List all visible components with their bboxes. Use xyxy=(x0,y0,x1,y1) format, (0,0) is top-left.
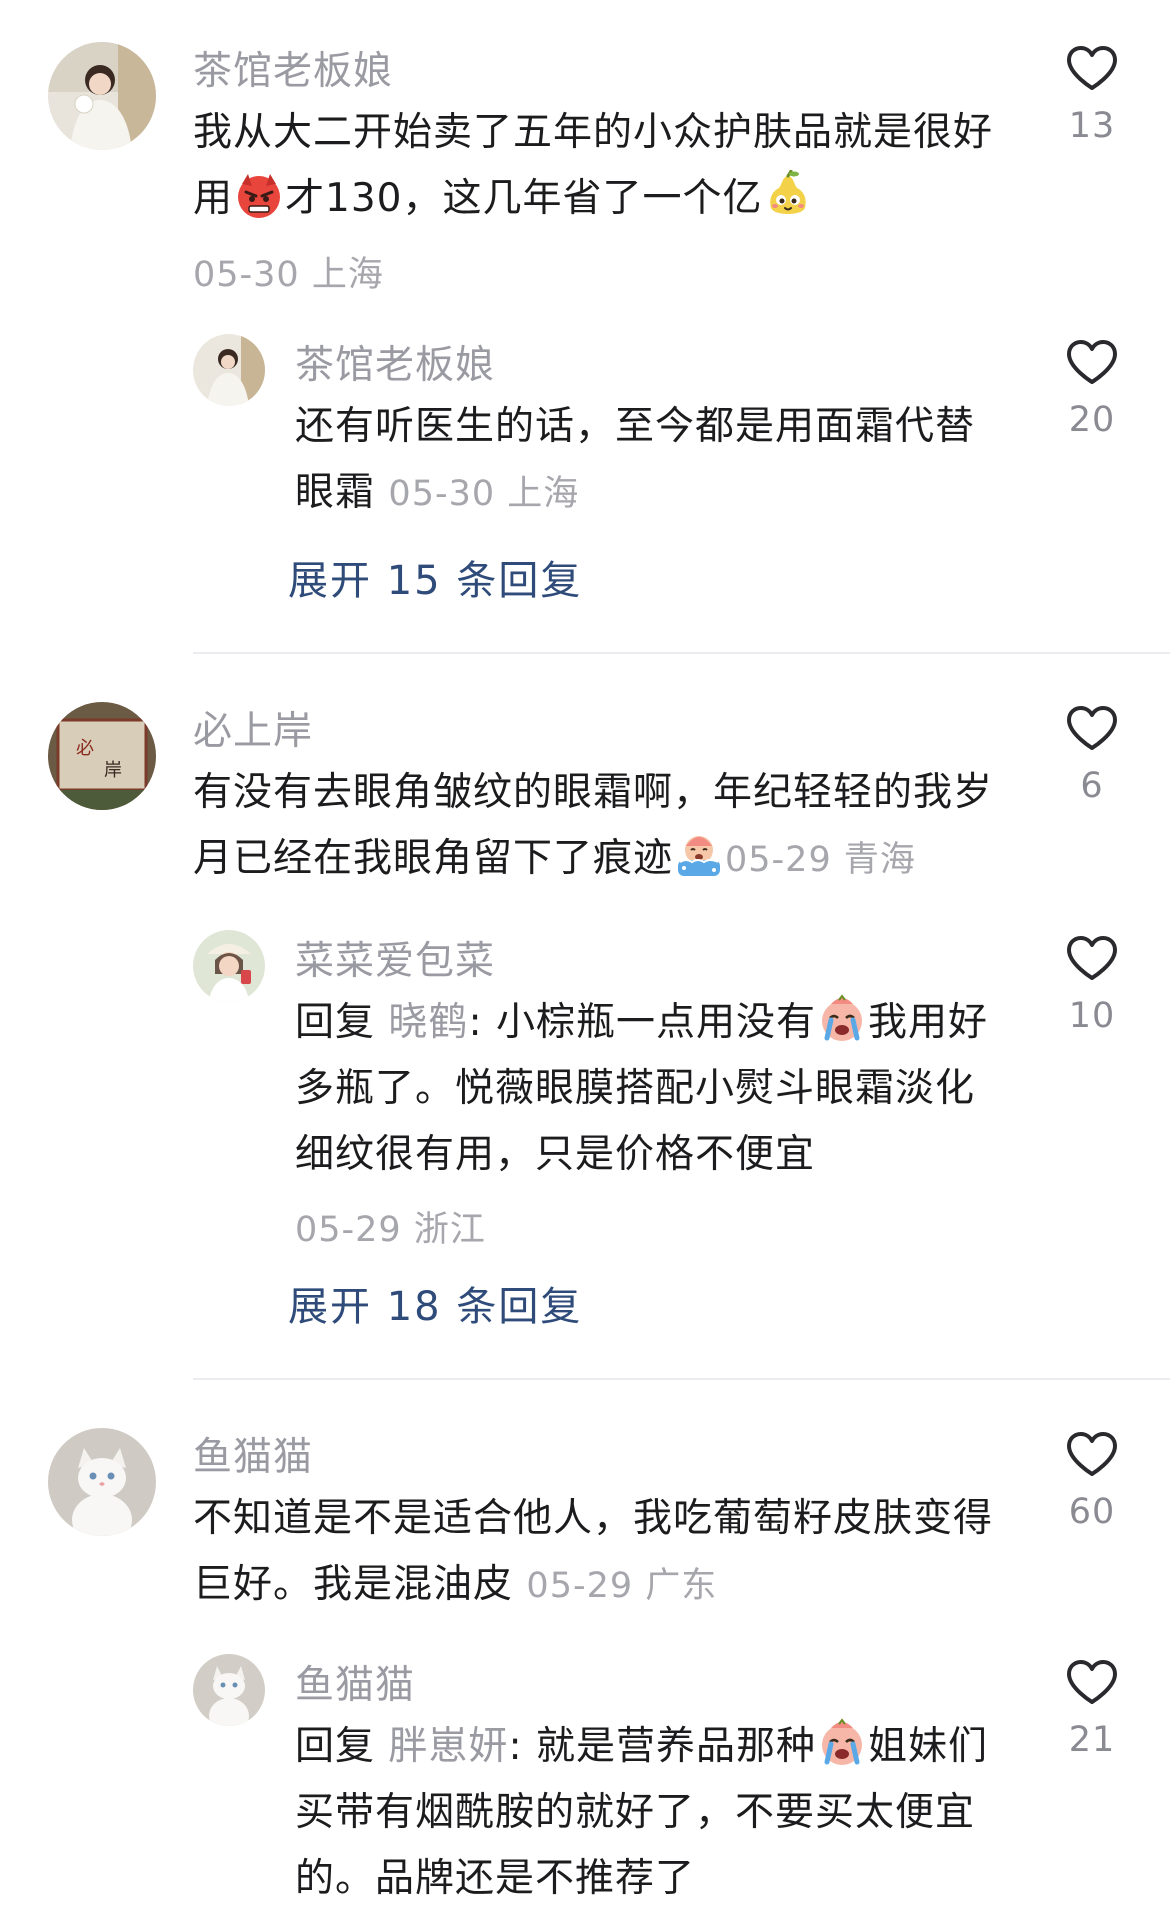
reply-meta: 05-30 上海 xyxy=(388,474,580,514)
loudly-crying-emoji xyxy=(821,1718,862,1765)
like-button[interactable]: 20 xyxy=(1050,338,1134,440)
heart-icon xyxy=(1067,936,1117,980)
comment-text: 有没有去眼角皱纹的眼霜啊，年纪轻轻的我岁月已经在我眼角留下了痕迹 05-29 青… xyxy=(193,760,1013,893)
divider xyxy=(193,652,1170,654)
heart-icon xyxy=(1067,340,1117,384)
avatar[interactable] xyxy=(48,42,156,150)
comment-username[interactable]: 茶馆老板娘 xyxy=(193,40,393,96)
like-count: 13 xyxy=(1068,106,1116,146)
comment-text: 我从大二开始卖了五年的小众护肤品就是很好用 才130，这几年省了一个亿 xyxy=(193,100,1013,232)
reply-username[interactable]: 鱼猫猫 xyxy=(295,1654,415,1710)
like-count: 10 xyxy=(1068,996,1116,1036)
comment-text: 不知道是不是适合他人，我吃葡萄籽皮肤变得巨好。我是混油皮 05-29 广东 xyxy=(193,1486,1013,1619)
heart-icon xyxy=(1067,706,1117,750)
reply-text-part: : 就是营养品那种 xyxy=(508,1724,816,1769)
like-button[interactable]: 60 xyxy=(1050,1430,1134,1532)
expand-replies-button[interactable]: 展开 18 条回复 xyxy=(288,1274,582,1332)
heart-icon xyxy=(1067,1432,1117,1476)
reply-text: 回复 晓鹤: 小棕瓶一点用没有 我用好多瓶了。悦薇眼膜搭配小熨斗眼霜淡化细纹很有… xyxy=(295,990,995,1188)
avatar[interactable] xyxy=(48,1428,156,1536)
like-count: 21 xyxy=(1068,1720,1116,1760)
comment-meta: 05-29 青海 xyxy=(725,840,916,880)
like-count: 60 xyxy=(1068,1492,1116,1532)
reply-to-username[interactable]: 晓鹤 xyxy=(388,1000,468,1045)
reply-username[interactable]: 茶馆老板娘 xyxy=(295,334,495,390)
reply-text-part: : 小棕瓶一点用没有 xyxy=(468,1000,816,1045)
reply-prefix: 回复 xyxy=(295,1724,376,1769)
svg-text:岸: 岸 xyxy=(104,760,122,781)
comment-meta: 05-29 广东 xyxy=(526,1566,718,1606)
like-button[interactable]: 21 xyxy=(1050,1658,1134,1760)
reply-prefix: 回复 xyxy=(295,1000,376,1045)
avatar[interactable] xyxy=(193,930,265,1002)
reply-username[interactable]: 菜菜爱包菜 xyxy=(295,930,495,986)
heart-icon xyxy=(1067,1660,1117,1704)
comment-username[interactable]: 必上岸 xyxy=(193,700,313,756)
comment-text-part: 才130，这几年省了一个亿 xyxy=(285,176,763,221)
bathing-crying-emoji xyxy=(678,836,721,876)
svg-text:必: 必 xyxy=(76,738,94,759)
divider xyxy=(193,1378,1170,1380)
reply-to-username[interactable]: 胖崽妍 xyxy=(388,1724,508,1769)
pear-face-emoji xyxy=(770,170,807,214)
like-count: 20 xyxy=(1068,400,1116,440)
avatar[interactable]: 必 岸 xyxy=(48,702,156,810)
avatar[interactable] xyxy=(193,1654,265,1726)
like-count: 6 xyxy=(1080,766,1104,806)
like-button[interactable]: 10 xyxy=(1050,934,1134,1036)
comment-username[interactable]: 鱼猫猫 xyxy=(193,1426,313,1482)
avatar[interactable] xyxy=(193,334,265,406)
reply-meta: 05-29 浙江 xyxy=(295,1210,486,1250)
angry-face-emoji xyxy=(238,174,281,218)
like-button[interactable]: 6 xyxy=(1050,704,1134,806)
comment-meta: 05-30 上海 xyxy=(193,255,384,295)
heart-icon xyxy=(1067,46,1117,90)
expand-replies-button[interactable]: 展开 15 条回复 xyxy=(288,548,582,606)
comment-list: 茶馆老板娘 我从大二开始卖了五年的小众护肤品就是很好用 才130，这几年省了一个… xyxy=(0,0,1170,1916)
like-button[interactable]: 13 xyxy=(1050,44,1134,146)
reply-text: 还有听医生的话，至今都是用面霜代替眼霜 05-30 上海 xyxy=(295,394,995,527)
loudly-crying-emoji xyxy=(821,994,862,1041)
reply-text: 回复 胖崽妍: 就是营养品那种 姐妹们买带有烟酰胺的就好了，不要买太便宜的。品牌… xyxy=(295,1714,995,1912)
